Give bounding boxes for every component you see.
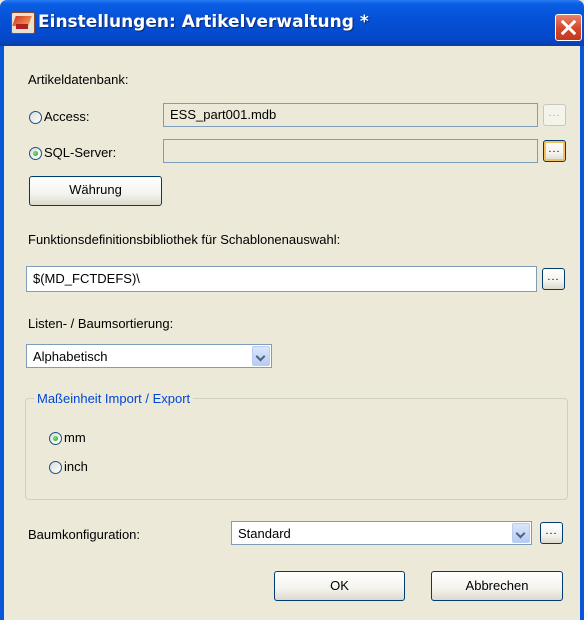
- tree-config-browse-button[interactable]: ...: [540, 522, 563, 544]
- access-browse-button[interactable]: ...: [543, 104, 566, 126]
- dialog-body: Artikeldatenbank: Access: ESS_part001.md…: [4, 46, 580, 620]
- database-section-label: Artikeldatenbank:: [28, 72, 129, 87]
- access-path-field[interactable]: ESS_part001.mdb: [163, 103, 538, 127]
- sql-server-field[interactable]: [163, 139, 538, 163]
- window-title: Einstellungen: Artikelverwaltung *: [38, 12, 369, 32]
- inch-radio[interactable]: [49, 461, 62, 474]
- app-icon: [11, 12, 35, 34]
- mm-label: mm: [64, 430, 86, 445]
- function-library-field[interactable]: $(MD_FCTDEFS)\: [26, 266, 537, 292]
- sql-server-radio[interactable]: [29, 147, 42, 160]
- access-radio[interactable]: [29, 111, 42, 124]
- units-groupbox: [25, 398, 568, 500]
- inch-label: inch: [64, 459, 88, 474]
- function-library-label: Funktionsdefinitionsbibliothek für Schab…: [28, 232, 341, 247]
- mm-radio[interactable]: [49, 432, 62, 445]
- chevron-down-icon[interactable]: [252, 346, 270, 366]
- currency-button[interactable]: Währung: [29, 176, 162, 206]
- sorting-dropdown[interactable]: Alphabetisch: [26, 344, 272, 368]
- ok-button[interactable]: OK: [274, 571, 405, 601]
- tree-config-dropdown-value: Standard: [238, 526, 291, 541]
- cancel-button[interactable]: Abbrechen: [431, 571, 563, 601]
- window-frame-right: [580, 46, 584, 620]
- tree-config-label: Baumkonfiguration:: [28, 527, 141, 542]
- settings-dialog: Einstellungen: Artikelverwaltung * Artik…: [0, 0, 584, 620]
- title-bar[interactable]: Einstellungen: Artikelverwaltung *: [0, 0, 584, 46]
- close-button[interactable]: [555, 14, 582, 41]
- sql-server-label: SQL-Server:: [44, 145, 117, 160]
- chevron-down-icon[interactable]: [512, 523, 530, 543]
- units-group-title: Maßeinheit Import / Export: [34, 391, 194, 406]
- sorting-dropdown-value: Alphabetisch: [33, 349, 108, 364]
- tree-config-dropdown[interactable]: Standard: [231, 521, 532, 545]
- function-library-browse-button[interactable]: ...: [542, 268, 565, 290]
- sql-server-browse-button[interactable]: ...: [543, 140, 566, 162]
- access-label: Access:: [44, 109, 90, 124]
- sorting-label: Listen- / Baumsortierung:: [28, 316, 174, 331]
